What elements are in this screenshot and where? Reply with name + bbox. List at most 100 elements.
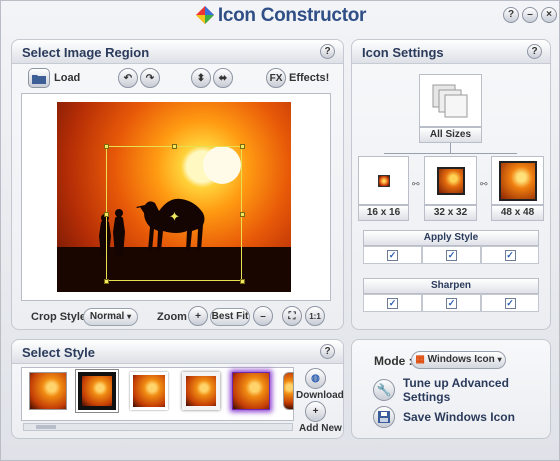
crop-handle-right[interactable] — [240, 212, 245, 217]
help-window-button[interactable]: ? — [503, 7, 519, 23]
apply-style-16-cell: ✓ — [363, 246, 422, 264]
best-fit-button[interactable]: Best Fit — [210, 308, 250, 326]
apply-style-32-checkbox[interactable]: ✓ — [446, 249, 457, 261]
apply-style-32-cell: ✓ — [422, 246, 481, 264]
layers-icon — [432, 84, 468, 118]
help-button[interactable]: ? — [527, 44, 542, 59]
apply-style-16-checkbox[interactable]: ✓ — [387, 249, 398, 261]
fit-screen-button[interactable]: ⛶ — [282, 306, 302, 326]
style-thumb-plain[interactable] — [29, 372, 67, 410]
effects-label[interactable]: Effects! — [289, 72, 329, 84]
mode-label: Mode : — [374, 354, 413, 368]
size-label-16: 16 x 16 — [358, 205, 409, 221]
load-label[interactable]: Load — [54, 72, 80, 84]
panel-header: Select Style ? — [12, 340, 343, 364]
crop-handle-top[interactable] — [172, 144, 177, 149]
apply-style-header: Apply Style — [363, 230, 539, 246]
panel-title: Select Style — [22, 345, 95, 360]
icon-preview-48[interactable] — [491, 156, 544, 205]
actual-size-icon: 1:1 — [309, 311, 321, 321]
panel-title: Icon Settings — [362, 45, 444, 60]
tune-settings-button[interactable]: 🔧 Tune up Advanced Settings — [373, 376, 559, 404]
title-bar: Icon Constructor ? – × — [1, 1, 560, 33]
actual-size-button[interactable]: 1:1 — [305, 306, 325, 326]
add-new-label[interactable]: Add New — [299, 423, 342, 434]
crop-style-select[interactable]: Normal ▾ — [83, 308, 138, 326]
folder-icon — [32, 74, 46, 84]
style-thumb-purple-glow[interactable] — [232, 372, 270, 410]
app-window: Icon Constructor ? – × Select Image Regi… — [0, 0, 560, 461]
panel-header: Select Image Region ? — [12, 40, 343, 64]
size-label-32: 32 x 32 — [424, 205, 477, 221]
sharpen-32-checkbox[interactable]: ✓ — [446, 297, 457, 309]
crop-handle-left[interactable] — [104, 212, 109, 217]
load-button[interactable] — [28, 68, 50, 88]
apply-style-48-cell: ✓ — [481, 246, 539, 264]
zoom-out-button[interactable]: – — [253, 306, 273, 326]
save-icon-button[interactable]: Save Windows Icon — [373, 406, 515, 428]
panel-header: Icon Settings ? — [352, 40, 550, 64]
download-button[interactable]: ◍ — [305, 368, 326, 389]
crop-center-icon[interactable]: ✦ — [169, 209, 180, 225]
sharpen-16-checkbox[interactable]: ✓ — [387, 297, 398, 309]
globe-icon: ◍ — [311, 373, 320, 384]
save-icon-label: Save Windows Icon — [403, 410, 515, 424]
crop-handle-bl[interactable] — [104, 279, 109, 284]
preview-32-image — [437, 167, 465, 195]
flip-vertical-button[interactable]: ⬍ — [191, 68, 211, 88]
rotate-right-button[interactable]: ↷ — [140, 68, 160, 88]
style-thumb-black-frame[interactable] — [75, 369, 119, 413]
chevron-down-icon: ▾ — [127, 312, 132, 321]
close-button[interactable]: × — [541, 7, 557, 23]
all-sizes-label: All Sizes — [419, 127, 482, 143]
crop-handle-tr[interactable] — [240, 144, 245, 149]
preview-48-image — [499, 161, 537, 201]
preview-16-image — [378, 175, 390, 187]
help-button[interactable]: ? — [320, 344, 335, 359]
minimize-button[interactable]: – — [522, 7, 538, 23]
plus-icon: + — [312, 406, 319, 417]
icon-preview-32[interactable] — [424, 156, 477, 205]
effects-button[interactable]: FX — [266, 68, 286, 88]
sharpen-48-checkbox[interactable]: ✓ — [504, 297, 516, 309]
apply-style-48-checkbox[interactable]: ✓ — [504, 249, 516, 261]
icon-preview-16[interactable] — [358, 156, 409, 205]
crop-handle-tl[interactable] — [104, 144, 109, 149]
app-logo-icon — [195, 6, 214, 24]
zoom-in-button[interactable]: + — [188, 306, 208, 326]
wrench-icon: 🔧 — [373, 379, 395, 401]
add-new-button[interactable]: + — [305, 401, 326, 422]
plus-icon: + — [195, 310, 201, 322]
download-label[interactable]: Download — [296, 390, 344, 401]
style-thumb-white-border[interactable] — [182, 372, 220, 410]
crop-handle-br[interactable] — [240, 279, 245, 284]
app-title-text: Icon Constructor — [217, 5, 367, 26]
flip-vertical-icon: ⬍ — [196, 72, 206, 84]
rotate-right-icon: ↷ — [145, 72, 155, 84]
help-button[interactable]: ? — [320, 44, 335, 59]
crop-style-value: Normal — [89, 311, 125, 322]
link-icon: ⚯ — [480, 179, 488, 189]
flip-horizontal-icon: ⬌ — [218, 72, 228, 84]
chevron-down-icon: ▾ — [497, 355, 502, 364]
style-scrollbar[interactable] — [23, 423, 293, 431]
tune-settings-label: Tune up Advanced Settings — [402, 376, 509, 404]
rotate-left-button[interactable]: ↶ — [118, 68, 138, 88]
flip-horizontal-button[interactable]: ⬌ — [213, 68, 233, 88]
fit-screen-icon: ⛶ — [288, 310, 296, 322]
style-thumb-white-frame[interactable] — [130, 372, 168, 410]
size-label-48: 48 x 48 — [491, 205, 544, 221]
style-thumb-rounded[interactable] — [283, 372, 294, 410]
all-sizes-card[interactable] — [419, 74, 482, 127]
app-title: Icon Constructor — [1, 5, 560, 27]
panel-title: Select Image Region — [22, 45, 150, 60]
scroll-thumb[interactable] — [36, 425, 56, 429]
mode-value: Windows Icon — [427, 354, 495, 365]
sharpen-header: Sharpen — [363, 278, 539, 294]
link-icon: ⚯ — [412, 179, 420, 189]
minus-icon: – — [260, 310, 266, 322]
sharpen-16-cell: ✓ — [363, 294, 422, 312]
mode-select[interactable]: ▦ Windows Icon ▾ — [411, 351, 506, 369]
sharpen-48-cell: ✓ — [481, 294, 539, 312]
fx-icon: FX — [269, 72, 283, 84]
